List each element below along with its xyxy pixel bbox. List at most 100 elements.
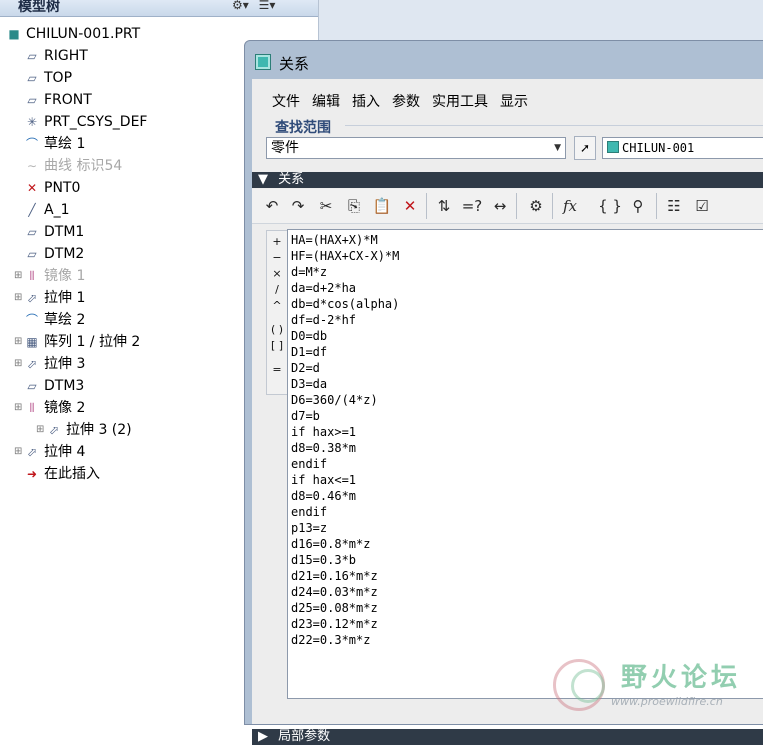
tree-item-label: PNT0	[44, 180, 81, 196]
function-icon[interactable]: fx	[558, 194, 582, 218]
undo-icon[interactable]: ↶	[260, 194, 284, 218]
dialog-body: 文件 编辑 插入 参数 实用工具 显示 查找范围 零件 ▼ ➚ CHILUN-001 ▼ …	[252, 79, 763, 745]
tree-item[interactable]: ■ CHILUN-001.PRT	[6, 23, 140, 45]
relation-line: endif	[291, 457, 328, 471]
menu-item[interactable]: 插入	[352, 94, 380, 110]
tree-filter-icon[interactable]: ⚙▾	[232, 0, 249, 12]
expand-triangle-icon: ▶	[258, 729, 268, 744]
list-icon[interactable]: ☷	[662, 194, 686, 218]
sort-icon[interactable]: ⚙	[524, 194, 548, 218]
operator-button[interactable]: =	[267, 363, 287, 376]
tree-item[interactable]: ➜ 在此插入	[24, 463, 100, 485]
menu-item[interactable]: 实用工具	[432, 94, 488, 110]
relations-section-header[interactable]: ▼ 关系	[252, 172, 763, 188]
local-params-section-header[interactable]: ▶ 局部参数	[252, 729, 763, 745]
csys-icon: ✳	[26, 115, 38, 129]
datum-plane-icon: ▱	[27, 49, 37, 63]
expand-icon[interactable]: ⊞	[36, 419, 44, 441]
insert-here-icon: ➜	[26, 467, 38, 481]
tree-item[interactable]: ⊞ ⫴ 镜像 1	[14, 265, 85, 287]
extrude-icon: ⬀	[48, 423, 60, 437]
menu-item[interactable]: 参数	[392, 94, 420, 110]
tree-item-label: 曲线 标识54	[44, 158, 123, 174]
tree-item[interactable]: ╱ A_1	[24, 199, 69, 221]
tree-item[interactable]: ⊞ ▦ 阵列 1 / 拉伸 2	[14, 331, 140, 353]
tree-item[interactable]: ▱ DTM3	[24, 375, 84, 397]
tree-item[interactable]: ∼ 曲线 标识54	[24, 155, 122, 177]
collapse-triangle-icon: ▼	[258, 172, 268, 187]
datum-plane-icon: ▱	[27, 93, 37, 107]
operator-button[interactable]: ( )	[267, 323, 287, 336]
menu-item[interactable]: 显示	[500, 94, 528, 110]
relation-line: d25=0.08*m*z	[291, 601, 378, 615]
tree-item-label: 拉伸 4	[44, 444, 86, 460]
tree-item[interactable]: ⊞ ⬀ 拉伸 4	[14, 441, 86, 463]
tree-columns-icon[interactable]: ☰▾	[259, 0, 276, 12]
tree-item-label: FRONT	[44, 92, 92, 108]
dimension-icon[interactable]: ↔	[488, 194, 512, 218]
toolbar-separator	[552, 193, 553, 219]
operator-button[interactable]: /	[267, 283, 287, 296]
search-scope-divider	[345, 125, 763, 126]
relation-line: d24=0.03*m*z	[291, 585, 378, 599]
expand-icon[interactable]: ⊞	[14, 287, 22, 309]
evaluate-icon[interactable]: ⚲	[626, 194, 650, 218]
expand-icon[interactable]: ⊞	[14, 441, 22, 463]
expand-icon[interactable]: ⊞	[14, 265, 22, 287]
mirror-icon: ⫴	[29, 269, 35, 283]
relations-editor[interactable]: HA=(HAX+X)*M HF=(HAX+CX-X)*M d=M*z da=d+2*h…	[287, 229, 763, 699]
expand-icon[interactable]: ⊞	[14, 331, 22, 353]
tree-item[interactable]: ⊞ ⫴ 镜像 2	[14, 397, 85, 419]
sketch-icon: ⌒	[25, 137, 38, 151]
copy-icon[interactable]: ⎘	[342, 194, 366, 218]
tree-item[interactable]: ▱ DTM2	[24, 243, 84, 265]
search-scope-select[interactable]: 零件 ▼	[266, 137, 566, 159]
tree-item[interactable]: ▱ RIGHT	[24, 45, 88, 67]
operator-button[interactable]: [ ]	[267, 339, 287, 352]
relation-line: d22=0.3*m*z	[291, 633, 371, 647]
tree-item-label: RIGHT	[44, 48, 88, 64]
operator-button[interactable]: −	[267, 251, 287, 264]
relation-line: d16=0.8*m*z	[291, 537, 371, 551]
check-icon[interactable]: ☑	[690, 194, 714, 218]
model-name-field[interactable]: CHILUN-001	[602, 137, 763, 159]
relation-line: if hax>=1	[291, 425, 357, 439]
tree-item-label: DTM1	[44, 224, 85, 240]
curve-icon: ∼	[26, 159, 38, 173]
cut-icon[interactable]: ✂	[314, 194, 338, 218]
toolbar-separator	[516, 193, 517, 219]
watermark-url: www.proewildfire.cn	[611, 695, 723, 708]
tree-item[interactable]: ✕ PNT0	[24, 177, 80, 199]
tree-item[interactable]: ✳ PRT_CSYS_DEF	[24, 111, 148, 133]
tree-item-label: 草绘 1	[44, 136, 86, 152]
menu-item[interactable]: 编辑	[312, 94, 340, 110]
operator-column: + − × / ^ ( ) [ ] =	[266, 230, 288, 395]
tree-item[interactable]: ⊞ ⬀ 拉伸 1	[14, 287, 85, 309]
operator-button[interactable]: ×	[267, 267, 287, 280]
units-icon[interactable]: ⇅	[432, 194, 456, 218]
expand-icon[interactable]: ⊞	[14, 397, 22, 419]
mirror-icon: ⫴	[29, 401, 35, 415]
tree-item[interactable]: ▱ DTM1	[24, 221, 84, 243]
operator-button[interactable]: +	[267, 235, 287, 248]
expand-icon[interactable]: ⊞	[14, 353, 22, 375]
menu-item[interactable]: 文件	[272, 94, 300, 110]
operator-button[interactable]: ^	[267, 299, 287, 312]
redo-icon[interactable]: ↷	[286, 194, 310, 218]
verify-icon[interactable]: =?	[460, 194, 484, 218]
datum-axis-icon: ╱	[28, 203, 36, 217]
tree-item[interactable]: ⊞ ⬀ 拉伸 3	[14, 353, 86, 375]
search-scope-label: 查找范围	[275, 120, 331, 136]
paste-icon[interactable]: 📋	[370, 194, 394, 218]
tree-item[interactable]: ⌒ 草绘 2	[24, 309, 85, 331]
tree-item[interactable]: ⊞ ⬀ 拉伸 3 (2)	[36, 419, 132, 441]
tree-item[interactable]: ⌒ 草绘 1	[24, 133, 85, 155]
delete-icon[interactable]: ✕	[398, 194, 422, 218]
tree-item-label: 拉伸 3	[44, 356, 86, 372]
relation-line: d8=0.46*m	[291, 489, 357, 503]
brackets-icon[interactable]: { }	[598, 194, 622, 218]
tree-item[interactable]: ▱ TOP	[24, 67, 72, 89]
select-model-button[interactable]: ➚	[574, 136, 596, 160]
pattern-icon: ▦	[26, 335, 38, 349]
tree-item[interactable]: ▱ FRONT	[24, 89, 92, 111]
